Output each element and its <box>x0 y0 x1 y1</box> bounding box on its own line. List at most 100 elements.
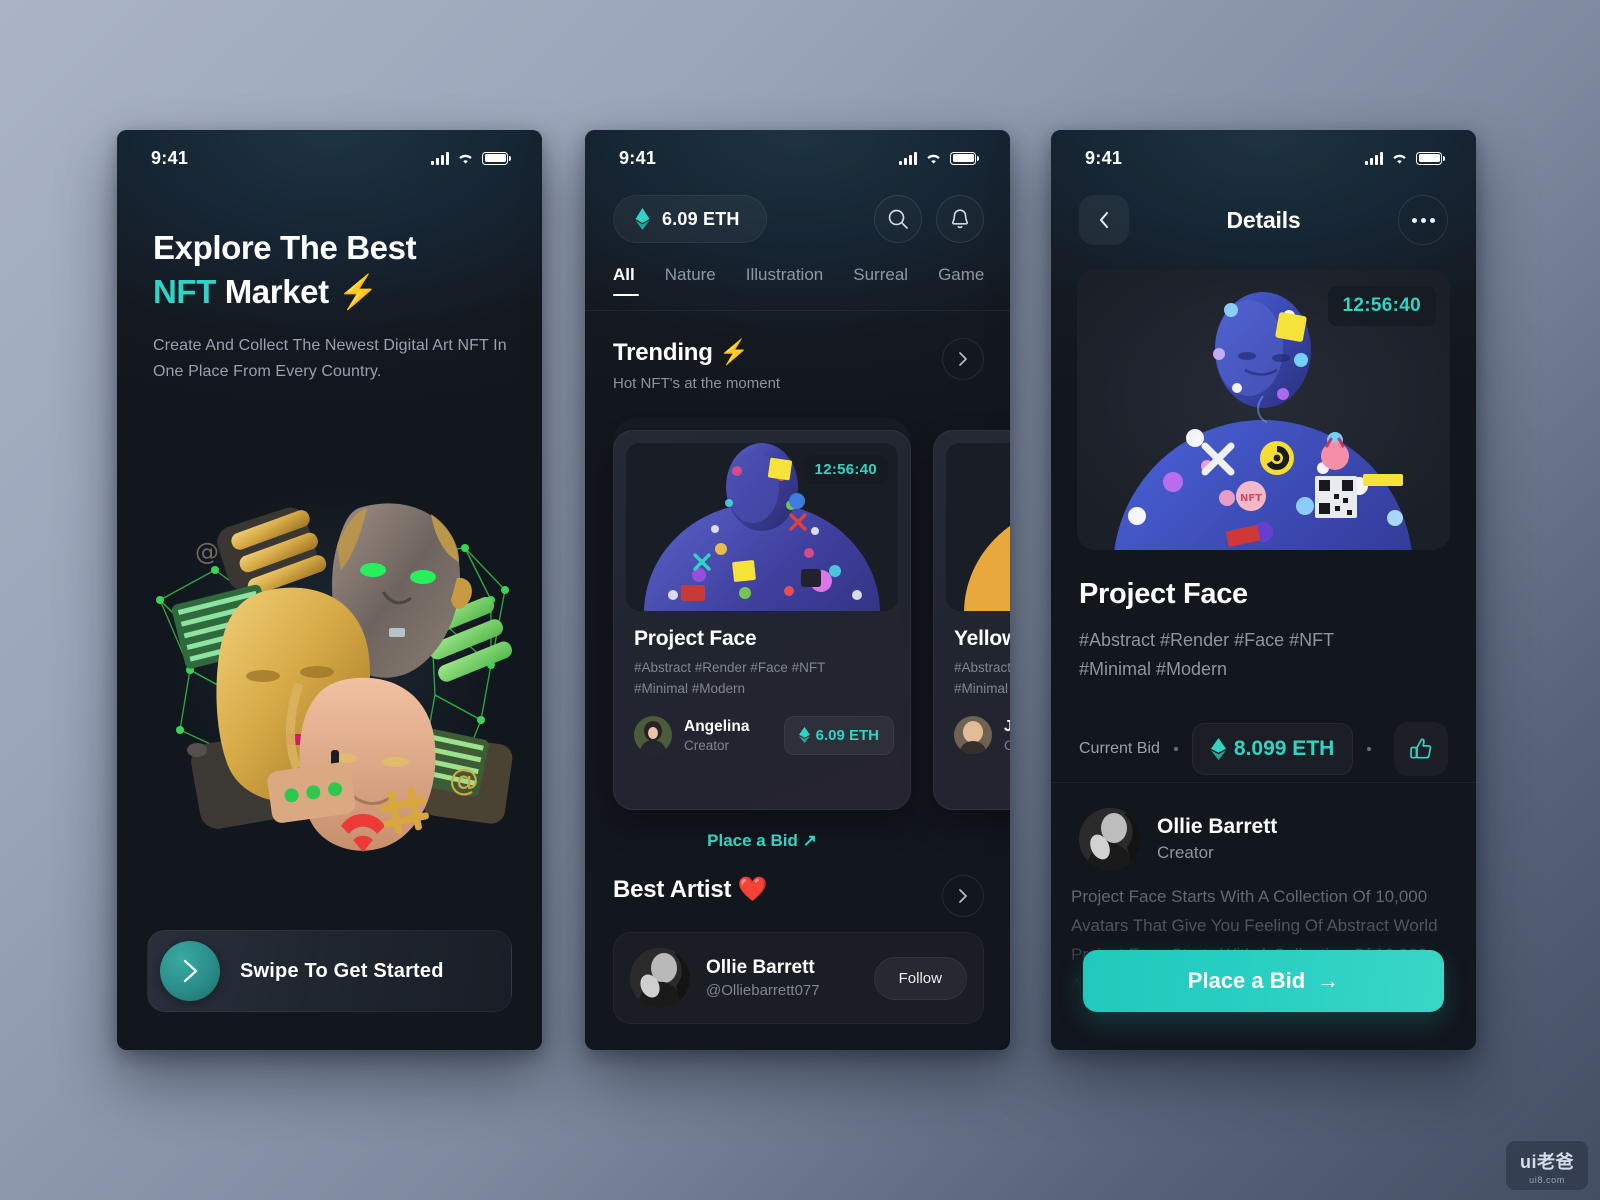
auction-timer: 12:56:40 <box>1327 286 1436 326</box>
creator-avatar <box>954 716 992 755</box>
phone-screen-home: 9:41 6.09 ETH All Nature Illustration Su… <box>585 130 1010 1050</box>
avatar-image <box>954 716 992 755</box>
nft-tags-line-2: #Minimal #Modern <box>634 680 746 696</box>
heart-icon: ❤️ <box>737 876 768 903</box>
search-button[interactable] <box>874 195 922 243</box>
best-artist-see-all-button[interactable] <box>942 875 984 917</box>
details-divider <box>1051 782 1476 783</box>
tab-all[interactable]: All <box>613 265 639 296</box>
trending-title: Trending ⚡ <box>613 338 780 367</box>
onboarding-header: Explore The Best NFT Market ⚡ Create And… <box>153 226 512 385</box>
tab-illustration[interactable]: Illustration <box>746 265 823 296</box>
swipe-knob[interactable] <box>160 941 220 1001</box>
creator-role: Creator <box>1157 843 1214 862</box>
creator-role: Creator <box>684 737 730 753</box>
like-button[interactable] <box>1394 722 1448 776</box>
title-line-1: Explore The Best <box>153 229 417 266</box>
place-a-bid-link[interactable]: Place a Bid ↗ <box>934 831 1010 851</box>
artist-info: Ollie Barrett @Olliebarrett077 <box>706 957 820 999</box>
battery-icon <box>1416 151 1445 165</box>
creator-name: Ollie Barrett <box>1157 815 1278 838</box>
nft-hero-image: NFT 12:56:40 <box>1077 270 1450 550</box>
best-artist-card[interactable]: Ollie Barrett @Olliebarrett077 Follow <box>613 932 984 1024</box>
trending-see-all-button[interactable] <box>942 338 984 380</box>
nft-tags: #Abstract #Render #Face #NFT #Minimal #M… <box>634 658 898 700</box>
details-screen: 9:41 Details NFT 12:56:40 Project Face #… <box>1051 130 1476 1050</box>
auction-timer: 12:56:40 <box>803 455 888 484</box>
best-artist-section-header: Best Artist ❤️ <box>613 875 984 917</box>
cellular-signal-icon <box>431 151 449 165</box>
creator-row[interactable]: Ollie Barrett Creator <box>1079 808 1277 870</box>
svg-text:NFT: NFT <box>1240 493 1262 504</box>
tab-nature[interactable]: Nature <box>665 265 716 296</box>
artist-handle: @Olliebarrett077 <box>706 982 820 999</box>
best-artist-title-text: Best Artist <box>613 876 732 903</box>
chevron-right-icon <box>959 889 967 903</box>
current-bid-row: Current Bid 8.099 ETH <box>1079 722 1448 776</box>
separator-dot-icon <box>1173 747 1178 751</box>
place-a-bid-link[interactable]: Place a Bid ↗ <box>614 831 910 851</box>
trending-card-list: 12:56:40 Project Face #Abstract #Render … <box>613 430 1010 850</box>
status-time: 9:41 <box>1085 147 1123 168</box>
creator-name: Jay <box>1004 717 1010 735</box>
ethereum-icon <box>1210 738 1226 760</box>
chevron-right-icon <box>959 352 967 366</box>
onboarding-subtitle: Create And Collect The Newest Digital Ar… <box>153 337 507 380</box>
title-rest: Market <box>215 272 338 310</box>
cellular-signal-icon <box>1365 151 1383 165</box>
nft-price-pill[interactable]: 6.09 ETH <box>783 715 894 755</box>
nft-tags: #Abstract #Render #Face #Minimal #Modern <box>954 658 1010 700</box>
home-screen: 9:41 6.09 ETH All Nature Illustration Su… <box>585 130 1010 1050</box>
place-a-bid-label: Place a Bid <box>1187 968 1306 993</box>
nft-card-footer: Jay Creator 4.21 ETH <box>954 716 1010 755</box>
wifi-icon <box>925 152 942 165</box>
status-icons <box>431 151 511 165</box>
nft-card[interactable]: 11:20:07 Yellow Face #Abstract #Render #… <box>933 430 1010 810</box>
hero-3d-artwork: @ @ <box>135 460 530 855</box>
status-bar: 9:41 <box>117 130 542 186</box>
title-accent-nft: NFT <box>153 272 216 310</box>
nft-card[interactable]: 12:56:40 Project Face #Abstract #Render … <box>613 430 911 850</box>
tab-game[interactable]: Game <box>938 265 984 296</box>
ethereum-icon <box>798 727 810 744</box>
creator-avatar <box>634 716 672 755</box>
lightning-icon: ⚡ <box>719 339 749 366</box>
nft-tags: #Abstract #Render #Face #NFT #Minimal #M… <box>1079 626 1448 684</box>
nft-title: Project Face <box>1079 578 1248 610</box>
phone-screen-onboarding: 9:41 Explore The Best NFT Market ⚡ Creat… <box>117 130 542 1050</box>
nft-tags-line-2: #Minimal #Modern <box>954 680 1010 696</box>
place-a-bid-button[interactable]: Place a Bid → <box>1083 950 1444 1012</box>
creator-info: Ollie Barrett Creator <box>1157 815 1277 863</box>
avatar-image <box>630 948 690 1008</box>
bell-icon <box>951 209 969 229</box>
nft-name: Yellow Face <box>954 627 1010 650</box>
tab-surreal[interactable]: Surreal <box>853 265 908 296</box>
page-title: Explore The Best NFT Market ⚡ <box>153 226 512 313</box>
cellular-signal-icon <box>899 151 917 165</box>
status-time: 9:41 <box>151 147 189 168</box>
wallet-balance-value: 6.09 ETH <box>662 208 740 229</box>
nft-image: 12:56:40 <box>626 443 898 611</box>
status-bar: 9:41 <box>585 130 1010 186</box>
current-bid-value: 8.099 ETH <box>1233 737 1335 760</box>
arrow-right-icon: ↗ <box>802 831 817 850</box>
watermark: ui老爸 ui8.com <box>1506 1141 1588 1190</box>
trending-title-text: Trending <box>613 339 713 366</box>
svg-text:@: @ <box>195 538 219 566</box>
notifications-button[interactable] <box>936 195 984 243</box>
artist-name: Ollie Barrett <box>706 957 815 978</box>
wifi-icon <box>1391 152 1408 165</box>
top-actions <box>874 195 984 243</box>
trending-header-text: Trending ⚡ Hot NFT's at the moment <box>613 338 780 392</box>
current-bid-value-box[interactable]: 8.099 ETH <box>1191 723 1354 775</box>
follow-button[interactable]: Follow <box>873 956 967 1000</box>
swipe-to-get-started-button[interactable]: Swipe To Get Started <box>147 930 512 1012</box>
nft-artwork-svg <box>946 443 1010 611</box>
status-bar: 9:41 <box>1051 130 1476 186</box>
wallet-balance-pill[interactable]: 6.09 ETH <box>613 195 767 243</box>
battery-icon <box>482 151 511 165</box>
page-title: Details <box>1226 206 1301 233</box>
status-icons <box>899 151 979 165</box>
ethereum-icon <box>635 208 650 230</box>
lightning-icon: ⚡ <box>337 272 379 310</box>
